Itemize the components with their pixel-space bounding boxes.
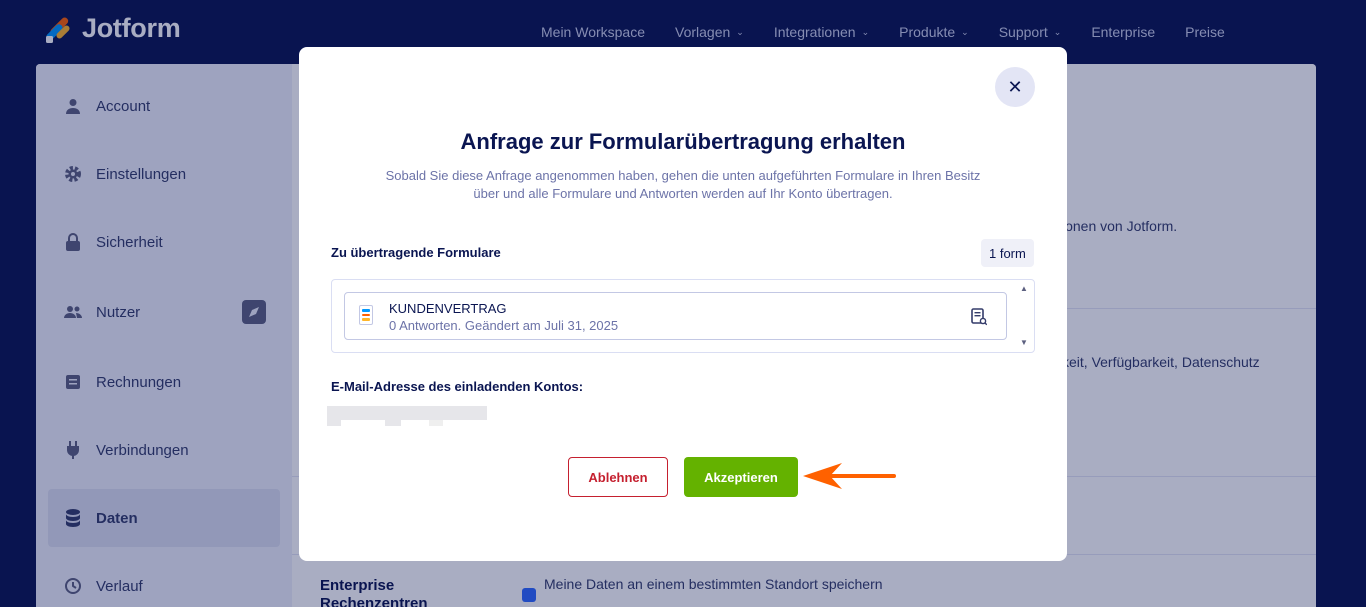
accept-button[interactable]: Akzeptieren [684, 457, 798, 497]
forms-list[interactable]: KUNDENVERTRAG 0 Antworten. Geändert am J… [331, 279, 1035, 353]
decline-button[interactable]: Ablehnen [568, 457, 668, 497]
form-transfer-dialog: ✕ Anfrage zur Formularübertragung erhalt… [299, 47, 1067, 561]
close-icon: ✕ [1007, 76, 1023, 97]
redacted-email-value [327, 406, 487, 426]
form-name: KUNDENVERTRAG [389, 301, 507, 316]
close-button[interactable]: ✕ [995, 67, 1035, 107]
scroll-down-arrow-icon[interactable]: ▼ [1020, 338, 1028, 347]
view-submissions-icon[interactable] [971, 308, 987, 326]
dialog-description: Sobald Sie diese Anfrage angenommen habe… [385, 168, 981, 201]
form-icon [359, 305, 373, 325]
annotation-arrow-icon [803, 463, 896, 489]
forms-count-badge: 1 form [981, 239, 1034, 267]
list-item[interactable]: KUNDENVERTRAG 0 Antworten. Geändert am J… [344, 292, 1007, 340]
dialog-title: Anfrage zur Formularübertragung erhalten [460, 129, 906, 154]
scroll-up-arrow-icon[interactable]: ▲ [1020, 284, 1028, 293]
forms-to-transfer-label: Zu übertragende Formulare [331, 245, 501, 260]
form-meta: 0 Antworten. Geändert am Juli 31, 2025 [389, 318, 619, 333]
inviting-account-email-label: E-Mail-Adresse des einladenden Kontos: [331, 379, 584, 394]
